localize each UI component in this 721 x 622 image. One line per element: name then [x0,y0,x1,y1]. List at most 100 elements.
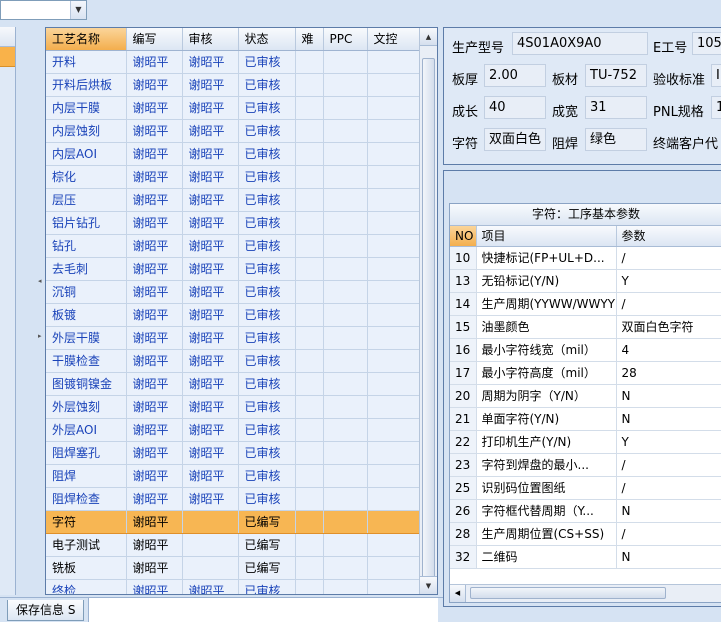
process-name-cell[interactable]: 铝片钻孔 [46,211,127,235]
col-header-difficulty[interactable]: 难 [295,28,324,51]
writer-cell[interactable]: 谢昭平 [126,165,183,189]
reviewer-cell[interactable]: 谢昭平 [182,349,239,373]
writer-cell[interactable]: 谢昭平 [126,303,183,327]
reviewer-cell[interactable]: 谢昭平 [182,326,239,350]
difficulty-cell[interactable] [295,556,324,580]
writer-cell[interactable]: 谢昭平 [126,211,183,235]
param-no-cell[interactable]: 21 [450,407,477,431]
param-no-cell[interactable]: 15 [450,315,477,339]
difficulty-cell[interactable] [295,533,324,557]
param-row[interactable]: 14 生产周期(YYWW/WWYY) / [450,292,721,316]
param-row[interactable]: 22 打印机生产(Y/N) Y [450,430,721,454]
param-row[interactable]: 15 油墨颜色 双面白色字符 [450,315,721,339]
writer-cell[interactable]: 谢昭平 [126,395,183,419]
process-row[interactable]: 外层干膜 谢昭平 谢昭平 已审核 [46,326,420,350]
status-cell[interactable]: 已审核 [238,303,296,327]
difficulty-cell[interactable] [295,418,324,442]
doc-control-cell[interactable] [367,303,420,327]
param-no-cell[interactable]: 20 [450,384,477,408]
param-value-cell[interactable]: / [616,453,721,477]
param-item-cell[interactable]: 单面字符(Y/N) [476,407,617,431]
doc-control-cell[interactable] [367,579,420,594]
status-cell[interactable]: 已审核 [238,96,296,120]
writer-cell[interactable]: 谢昭平 [126,533,183,557]
difficulty-cell[interactable] [295,165,324,189]
difficulty-cell[interactable] [295,441,324,465]
param-item-cell[interactable]: 识别码位置图纸 [476,476,617,500]
ppc-cell[interactable] [323,418,368,442]
chevron-down-icon[interactable]: ▼ [70,1,86,19]
status-cell[interactable]: 已审核 [238,487,296,511]
difficulty-cell[interactable] [295,50,324,74]
writer-cell[interactable]: 谢昭平 [126,579,183,594]
status-cell[interactable]: 已编写 [238,556,296,580]
col-header-status[interactable]: 状态 [238,28,296,51]
difficulty-cell[interactable] [295,234,324,258]
process-row[interactable]: 图镀铜镍金 谢昭平 谢昭平 已审核 [46,372,420,396]
status-cell[interactable]: 已审核 [238,234,296,258]
difficulty-cell[interactable] [295,280,324,304]
status-cell[interactable]: 已编写 [238,510,296,534]
doc-control-cell[interactable] [367,280,420,304]
param-item-cell[interactable]: 二维码 [476,545,617,569]
writer-cell[interactable]: 谢昭平 [126,487,183,511]
param-value-cell[interactable]: Y [616,430,721,454]
col-header-doc-control[interactable]: 文控 [367,28,420,51]
status-cell[interactable]: 已审核 [238,119,296,143]
reviewer-cell[interactable] [182,556,239,580]
param-item-cell[interactable]: 周期为阴字（Y/N） [476,384,617,408]
reviewer-cell[interactable] [182,533,239,557]
param-no-cell[interactable]: 16 [450,338,477,362]
ppc-cell[interactable] [323,257,368,281]
process-grid-scrollbar[interactable]: ▲ ▼ [419,28,437,594]
process-name-cell[interactable]: 板镀 [46,303,127,327]
param-value-cell[interactable]: 4 [616,338,721,362]
ppc-cell[interactable] [323,326,368,350]
process-row[interactable]: 沉铜 谢昭平 谢昭平 已审核 [46,280,420,304]
thickness-field[interactable]: 2.00 [484,64,546,87]
ppc-cell[interactable] [323,234,368,258]
writer-cell[interactable]: 谢昭平 [126,464,183,488]
param-value-cell[interactable]: / [616,292,721,316]
reviewer-cell[interactable]: 谢昭平 [182,487,239,511]
difficulty-cell[interactable] [295,349,324,373]
col-header-no[interactable]: NO [450,226,477,247]
doc-control-cell[interactable] [367,556,420,580]
process-name-cell[interactable]: 钻孔 [46,234,127,258]
col-header-reviewer[interactable]: 审核 [182,28,239,51]
width-field[interactable]: 31 [585,96,647,119]
doc-control-cell[interactable] [367,257,420,281]
process-row[interactable]: 字符 谢昭平 已编写 [46,510,420,534]
process-row[interactable]: 阻焊塞孔 谢昭平 谢昭平 已审核 [46,441,420,465]
process-row[interactable]: 干膜检查 谢昭平 谢昭平 已审核 [46,349,420,373]
param-no-cell[interactable]: 28 [450,522,477,546]
writer-cell[interactable]: 谢昭平 [126,234,183,258]
top-dropdown[interactable]: ▼ [0,0,87,20]
param-row[interactable]: 21 单面字符(Y/N) N [450,407,721,431]
doc-control-cell[interactable] [367,418,420,442]
reviewer-cell[interactable]: 谢昭平 [182,257,239,281]
col-header-process[interactable]: 工艺名称 [46,28,127,51]
scroll-down-icon[interactable]: ▼ [420,576,437,594]
process-name-cell[interactable]: 电子测试 [46,533,127,557]
param-no-cell[interactable]: 10 [450,246,477,270]
reviewer-cell[interactable]: 谢昭平 [182,280,239,304]
process-name-cell[interactable]: 外层干膜 [46,326,127,350]
col-header-writer[interactable]: 编写 [126,28,183,51]
ppc-cell[interactable] [323,349,368,373]
reviewer-cell[interactable]: 谢昭平 [182,418,239,442]
difficulty-cell[interactable] [295,464,324,488]
param-no-cell[interactable]: 22 [450,430,477,454]
ppc-cell[interactable] [323,119,368,143]
splitter-right-arrow-icon[interactable]: ▸ [38,332,43,340]
ppc-cell[interactable] [323,372,368,396]
col-header-ppc[interactable]: PPC [323,28,368,51]
ppc-cell[interactable] [323,464,368,488]
param-item-cell[interactable]: 字符到焊盘的最小... [476,453,617,477]
doc-control-cell[interactable] [367,372,420,396]
difficulty-cell[interactable] [295,257,324,281]
doc-control-cell[interactable] [367,533,420,557]
doc-control-cell[interactable] [367,464,420,488]
char-field[interactable]: 双面白色 [484,128,546,151]
param-item-cell[interactable]: 无铅标记(Y/N) [476,269,617,293]
